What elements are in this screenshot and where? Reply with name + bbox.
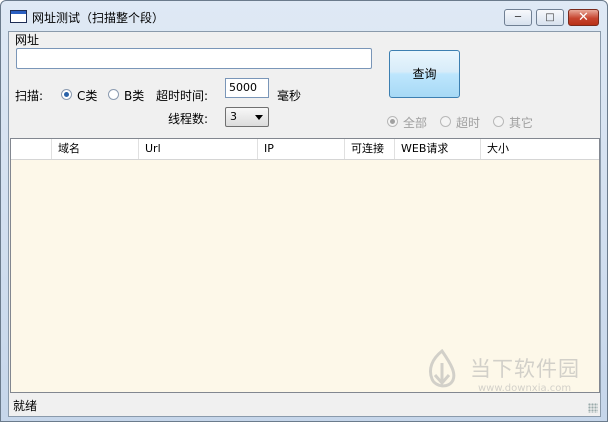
maximize-button[interactable]: □ [536,9,564,26]
scan-b-label[interactable]: B类 [124,87,144,104]
filter-timeout-label[interactable]: 超时 [456,114,480,131]
chevron-down-icon [255,115,263,120]
column-header-connectable[interactable]: 可连接 [345,139,395,159]
filter-other-radio[interactable] [493,116,504,127]
scan-label: 扫描: [15,89,44,103]
filter-other-label[interactable]: 其它 [509,114,533,131]
scan-c-label[interactable]: C类 [77,87,97,104]
downxia-logo-icon [428,349,456,388]
url-input[interactable] [16,48,372,69]
close-icon: ✕ [578,10,589,25]
watermark-title: 当下软件园 [470,357,580,381]
column-header-url[interactable]: Url [139,139,258,159]
close-button[interactable]: ✕ [568,9,599,26]
threads-value: 3 [230,110,237,123]
url-label: 网址 [15,33,40,47]
status-text: 就绪 [13,399,38,413]
timeout-input[interactable]: 5000 [225,78,269,98]
minimize-button[interactable]: ─ [504,9,532,26]
app-window: 网址测试（扫描整个段） ─ □ ✕ 网址 查询 扫描: C类 B类 超时时间: … [0,0,608,422]
filter-all-radio[interactable] [387,116,398,127]
column-header-domain[interactable]: 域名 [52,139,139,159]
watermark: 当下软件园 www.downxia.com [418,345,607,401]
column-header-index[interactable] [11,139,52,159]
filter-timeout-radio[interactable] [440,116,451,127]
title-bar[interactable]: 网址测试（扫描整个段） ─ □ ✕ [1,1,607,31]
resize-grip-icon[interactable] [588,403,598,413]
maximize-icon: □ [545,12,555,23]
timeout-unit-label: 毫秒 [277,89,302,103]
window-title: 网址测试（扫描整个段） [32,11,165,25]
threads-label: 线程数: [168,112,209,126]
query-button[interactable]: 查询 [389,50,460,98]
threads-select[interactable]: 3 [225,107,269,127]
scan-c-radio[interactable] [61,89,72,100]
column-header-ip[interactable]: IP [258,139,345,159]
column-header-web-request[interactable]: WEB请求 [395,139,481,159]
filter-all-label[interactable]: 全部 [403,114,427,131]
timeout-label: 超时时间: [156,89,209,103]
window-icon [10,10,27,23]
column-header-size[interactable]: 大小 [481,139,599,159]
scan-b-radio[interactable] [108,89,119,100]
table-header: 域名 Url IP 可连接 WEB请求 大小 [11,139,599,160]
minimize-icon: ─ [514,12,522,23]
watermark-url: www.downxia.com [478,383,572,394]
